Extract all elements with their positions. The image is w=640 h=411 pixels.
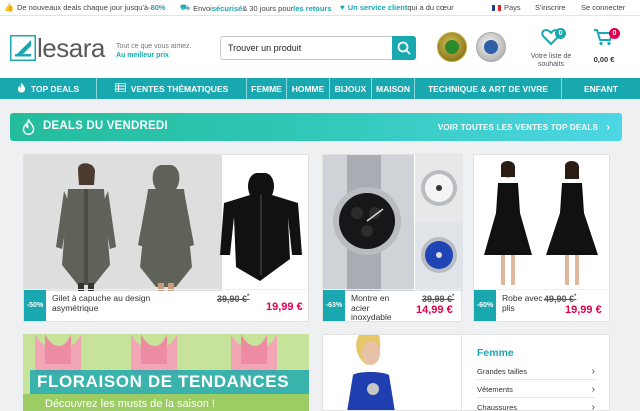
trusted-shop-seal[interactable] — [437, 32, 467, 62]
old-price: 39,90 €* — [217, 294, 250, 304]
search-bar — [220, 36, 416, 60]
top-info-bar: 👍 De nouveaux deals chaque jour jusqu'à … — [0, 0, 640, 16]
banner-title: FLORAISON DE TENDANCES — [37, 372, 290, 391]
product-image-dress — [474, 155, 609, 291]
nav-enfant[interactable]: ENFANT — [562, 78, 640, 99]
promo-banner-floraison[interactable]: FLORAISON DE TENDANCES Découvrez les mus… — [23, 334, 309, 411]
cart-count: 0 — [609, 28, 620, 39]
category-title[interactable]: Femme — [477, 347, 514, 359]
grid-list-icon — [114, 82, 127, 94]
flame-icon — [17, 82, 26, 95]
search-icon — [397, 41, 411, 55]
discount-badge: -60% — [474, 290, 496, 321]
product-name: Montre en acier inoxydable — [351, 293, 392, 322]
view-all-top-deals-link[interactable]: VOIR TOUTES LES VENTES TOP DEALS › — [438, 122, 610, 133]
discount-badge: -50% — [24, 290, 46, 321]
model-photo — [323, 335, 461, 410]
seal-center-icon — [445, 40, 459, 54]
ssl-security-seal[interactable] — [476, 32, 506, 62]
old-price: 39,99 €* — [422, 294, 455, 304]
chevron-right-icon: › — [591, 384, 595, 395]
chevron-right-icon: › — [606, 122, 610, 133]
lock-seal-icon — [484, 40, 498, 54]
promo-shipping: ⛟ Envoi sécurisé & 30 jours pour les ret… — [180, 3, 332, 13]
nav-maison[interactable]: MAISON — [372, 78, 415, 99]
product-card-dress[interactable]: -60% Robe avec plis 49,90 €* 19,99 € — [473, 154, 610, 322]
signup-link[interactable]: S'inscrire — [535, 3, 566, 12]
login-link[interactable]: Se connecter — [581, 3, 625, 12]
nav-homme[interactable]: HOMME — [287, 78, 330, 99]
banner-subtitle: Découvrez les musts de la saison ! — [45, 398, 215, 410]
product-card-cardigan[interactable]: -50% Gilet à capuche au design asymétriq… — [23, 154, 309, 322]
fashion-category-image[interactable] — [322, 334, 462, 411]
deals-banner: DEALS DU VENDREDI VOIR TOUTES LES VENTES… — [10, 113, 622, 141]
chevron-right-icon: › — [591, 366, 595, 377]
search-input[interactable] — [221, 37, 391, 59]
logo-mark-icon — [10, 35, 36, 61]
heart-hand-icon: ♥ — [340, 3, 345, 12]
chevron-right-icon: › — [591, 402, 595, 411]
product-card-watch[interactable]: -63% Montre en acier inoxydable 39,99 €*… — [322, 154, 463, 322]
tagline: Tout ce que vous aimez. Au meilleur prix — [116, 43, 192, 59]
discount-badge: -63% — [323, 290, 345, 321]
new-price: 19,99 € — [565, 304, 602, 316]
nav-femme[interactable]: FEMME — [247, 78, 287, 99]
product-info: -60% Robe avec plis 49,90 €* 19,99 € — [474, 289, 609, 321]
logo-text: lesara — [37, 33, 105, 63]
category-link-vetements[interactable]: Vêtements › — [477, 381, 595, 398]
new-price: 19,99 € — [266, 301, 303, 313]
lesara-logo[interactable]: lesara — [10, 35, 105, 61]
wishlist-count: 0 — [555, 28, 566, 39]
product-name: Robe avec plis — [502, 293, 543, 313]
flame-icon — [22, 117, 35, 140]
nav-bijoux[interactable]: BIJOUX — [330, 78, 372, 99]
site-header: lesara Tout ce que vous aimez. Au meille… — [0, 16, 640, 78]
cart-button[interactable]: 0 0,00 € — [584, 28, 624, 64]
main-navigation: TOP DEALS VENTES THÉMATIQUES FEMME HOMME… — [0, 78, 640, 99]
new-price: 14,99 € — [416, 304, 453, 316]
category-box-femme: Femme Grandes tailles › Vêtements › Chau… — [462, 334, 610, 411]
thumbs-up-icon: 👍 — [4, 3, 14, 12]
product-image-cardigan — [24, 155, 308, 291]
product-name: Gilet à capuche au design asymétrique — [52, 293, 151, 313]
cart-total: 0,00 € — [593, 55, 615, 64]
old-price: 49,90 €* — [544, 294, 577, 304]
promo-new-deals: 👍 De nouveaux deals chaque jour jusqu'à … — [4, 3, 166, 12]
france-flag-icon — [492, 5, 501, 11]
country-selector[interactable]: Pays — [492, 3, 521, 12]
product-info: -63% Montre en acier inoxydable 39,99 €*… — [323, 289, 461, 322]
deals-title: DEALS DU VENDREDI — [43, 120, 168, 132]
category-link-grandes-tailles[interactable]: Grandes tailles › — [477, 363, 595, 380]
nav-top-deals[interactable]: TOP DEALS — [0, 78, 97, 99]
nav-technique-art-de-vivre[interactable]: TECHNIQUE & ART DE VIVRE — [415, 78, 562, 99]
truck-icon: ⛟ — [180, 3, 191, 12]
nav-ventes-thematiques[interactable]: VENTES THÉMATIQUES — [97, 78, 247, 99]
wishlist-label: Votre liste de souhaits — [530, 53, 572, 68]
promo-customer-service: ♥ Un service client qui a du cœur — [340, 3, 454, 12]
wishlist-button[interactable]: 0 Votre liste de souhaits — [526, 28, 576, 69]
category-link-chaussures[interactable]: Chaussures › — [477, 399, 595, 411]
product-image-watch — [323, 155, 463, 291]
product-info: -50% Gilet à capuche au design asymétriq… — [24, 289, 308, 321]
search-button[interactable] — [392, 36, 416, 60]
